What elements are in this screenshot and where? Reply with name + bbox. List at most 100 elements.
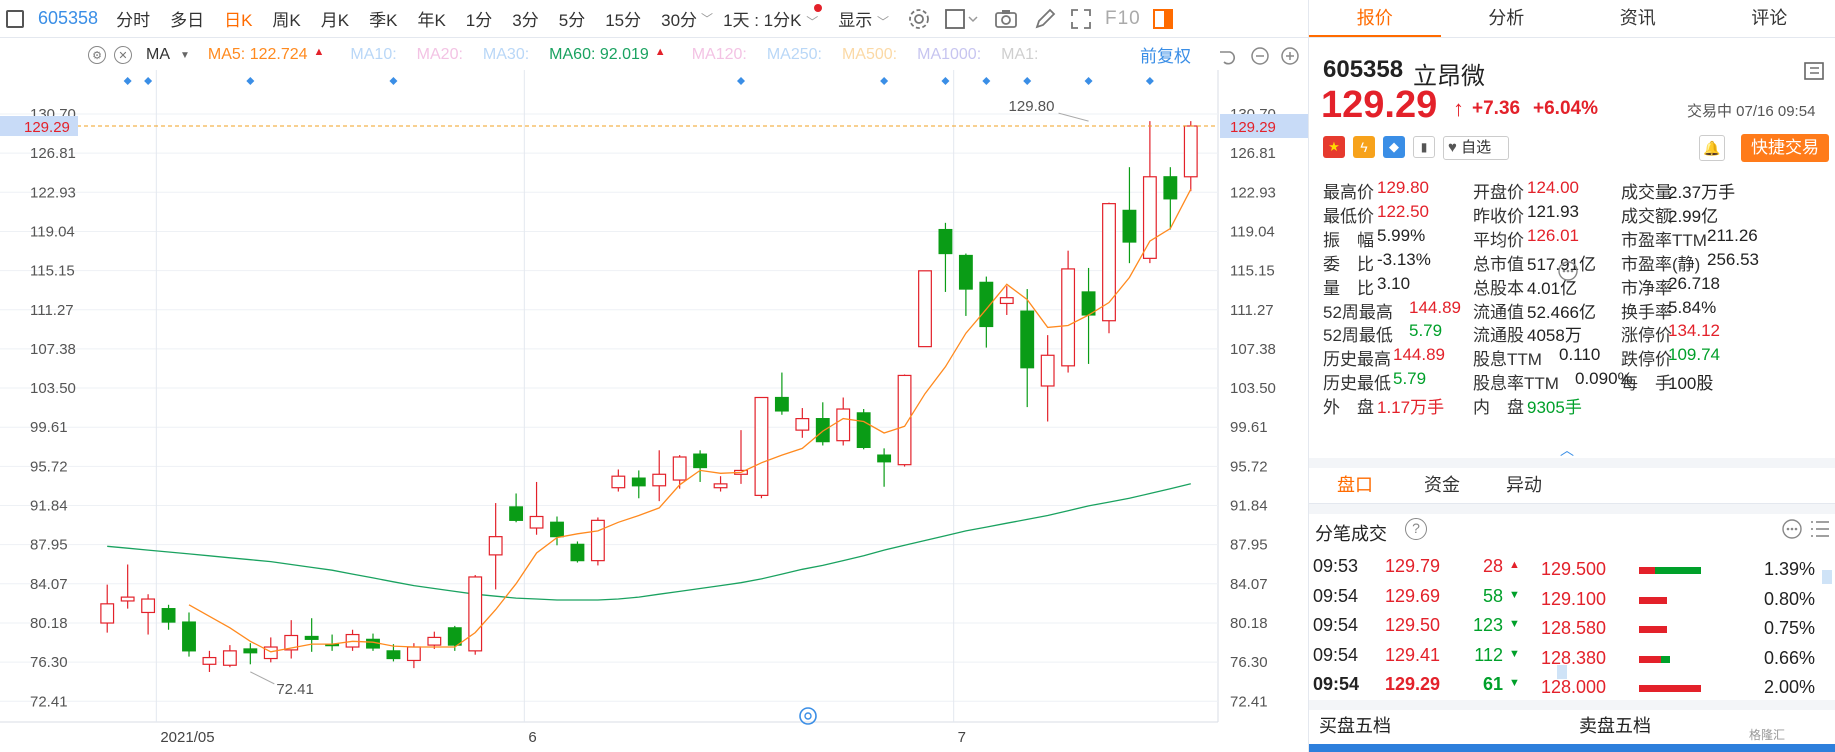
candle-body[interactable] [631,477,646,487]
candle-body[interactable] [1040,354,1055,387]
candle-body[interactable] [672,456,687,481]
ma-settings-icon[interactable]: ⚙ [88,46,106,64]
sub-tab-capital[interactable]: 资金 [1401,468,1483,503]
quick-trade-button[interactable]: 快捷交易 [1741,134,1829,162]
stock-code[interactable]: 605358 [32,8,106,29]
candle-body[interactable] [713,483,728,489]
candle-body[interactable] [529,515,544,529]
candle-body[interactable] [468,576,483,652]
sub-tab-anomaly[interactable]: 异动 [1483,468,1565,503]
sub-tab-orderbook[interactable]: 盘口 [1309,468,1401,503]
candle-body[interactable] [243,648,258,654]
tab-intraday[interactable]: 分时 [106,6,160,31]
candle-body[interactable] [856,412,871,449]
bookmark-icon[interactable]: ▮ [1413,136,1435,158]
candle-body[interactable] [652,473,667,487]
tab-comments[interactable]: 评论 [1704,0,1835,37]
candle-body[interactable] [836,408,851,442]
candle-body[interactable] [202,656,217,665]
adjust-mode-button[interactable]: 前复权 [1140,42,1191,67]
candle-body[interactable] [754,396,769,496]
tab-3min[interactable]: 3分 [502,6,548,31]
pencil-icon[interactable] [1033,7,1057,31]
candle-body[interactable] [304,635,319,640]
tab-analysis[interactable]: 分析 [1441,0,1573,37]
candle-body[interactable] [795,418,810,431]
candle-body[interactable] [1122,209,1137,243]
collapse-chevron-icon[interactable]: ︿ [1560,440,1574,460]
candle-body[interactable] [611,475,626,489]
scroll-thumb[interactable] [1822,570,1832,584]
more-options-icon[interactable] [1557,260,1579,282]
tab-5min[interactable]: 5分 [549,6,595,31]
candle-body[interactable] [918,270,932,348]
candle-body[interactable] [406,646,421,662]
ma-label[interactable]: MA [146,46,170,64]
candle-body[interactable] [877,454,892,463]
tab-multi-day[interactable]: 多日 [160,6,214,31]
chevron-down-icon[interactable]: ﹀ [701,10,713,27]
add-watchlist-button[interactable]: ♥ 自选 [1443,136,1509,160]
candle-body[interactable] [1163,176,1178,200]
candle-body[interactable] [958,254,973,290]
sidebar-toggle-icon[interactable] [6,9,24,28]
list-icon[interactable] [1811,521,1829,537]
layout-select-icon[interactable] [943,7,981,31]
period-select[interactable]: 1天 : 1分K ﹀ [713,4,828,31]
tag-icon[interactable]: ◆ [1383,136,1405,158]
candle-body[interactable] [693,453,708,469]
candle-body[interactable] [1020,310,1035,369]
f10-button[interactable]: F10 [1099,8,1147,30]
zoom-in-icon[interactable] [1281,47,1299,65]
candle-body[interactable] [100,603,115,624]
tab-year-k[interactable]: 年K [407,6,455,31]
candle-body[interactable] [550,521,564,538]
tab-15min[interactable]: 15分 [595,6,651,31]
candle-body[interactable] [590,519,605,562]
candle-body[interactable] [161,608,176,623]
candle-body[interactable] [141,598,156,614]
candle-body[interactable] [1142,176,1157,259]
candle-body[interactable] [222,650,237,666]
gear-icon[interactable] [907,7,931,31]
candle-body[interactable] [1183,125,1198,178]
more-options-icon[interactable] [1782,519,1802,539]
undo-icon[interactable] [1220,51,1236,65]
candle-body[interactable] [447,627,462,646]
candle-body[interactable] [774,396,789,412]
candle-body[interactable] [815,418,830,443]
info-card-icon[interactable] [1804,62,1824,80]
tab-30min[interactable]: 30分 [651,6,707,31]
tab-news[interactable]: 资讯 [1572,0,1704,37]
candlestick-chart[interactable]: 130.70130.70126.81126.81122.93122.93119.… [0,70,1308,752]
bell-icon[interactable]: 🔔 [1699,135,1725,161]
candle-body[interactable] [1061,268,1076,367]
ma-close-icon[interactable]: ✕ [114,46,132,64]
help-icon[interactable]: ? [1405,518,1427,540]
tab-quarter-k[interactable]: 季K [359,6,407,31]
candle-body[interactable] [570,543,585,562]
camera-icon[interactable] [993,7,1019,31]
candle-body[interactable] [120,596,135,602]
candle-body[interactable] [182,621,196,652]
tab-quote[interactable]: 报价 [1309,0,1441,37]
zoom-out-icon[interactable] [1251,47,1269,65]
display-menu[interactable]: 显示 ﹀ [828,6,899,31]
tab-day-k[interactable]: 日K [214,6,262,31]
candle-body[interactable] [263,646,278,660]
tab-week-k[interactable]: 周K [262,6,310,31]
lightning-icon[interactable]: ϟ [1353,136,1375,158]
candle-body[interactable] [999,297,1014,305]
candle-body[interactable] [509,506,524,521]
fullscreen-icon[interactable] [1069,7,1093,31]
tab-month-k[interactable]: 月K [311,6,359,31]
tab-1min[interactable]: 1分 [456,6,502,31]
candle-body[interactable] [427,636,442,646]
ma-dropdown-icon[interactable]: ▼ [180,50,190,61]
candle-body[interactable] [386,650,401,660]
scroll-thumb[interactable] [1557,665,1567,679]
candle-body[interactable] [938,228,953,255]
panel-toggle-icon[interactable] [1151,7,1175,31]
candle-body[interactable] [1081,291,1096,316]
candle-body[interactable] [488,536,503,556]
